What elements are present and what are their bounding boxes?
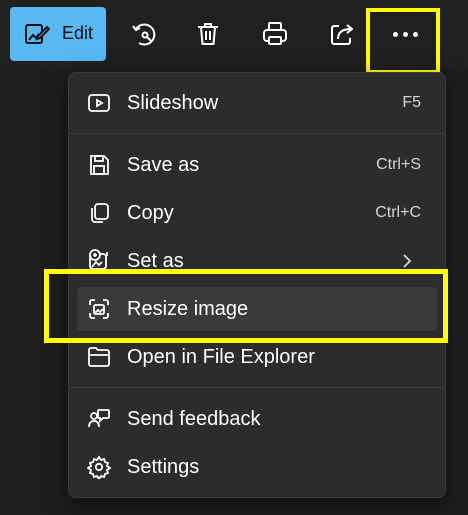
toolbar: Edit [0, 0, 468, 74]
menu-item-send-feedback[interactable]: Send feedback [77, 397, 437, 441]
chevron-right-icon [401, 252, 413, 270]
rotate-icon[interactable] [130, 20, 158, 48]
menu-item-label: Slideshow [127, 92, 219, 114]
print-icon[interactable] [261, 20, 289, 48]
menu-item-settings[interactable]: Settings [77, 445, 437, 489]
menu-item-shortcut: Ctrl+C [375, 204, 421, 221]
menu-separator [69, 133, 445, 134]
delete-icon[interactable] [194, 20, 222, 48]
menu-item-label: Open in File Explorer [127, 346, 315, 368]
menu-item-label: Send feedback [127, 408, 261, 430]
more-button-highlight [366, 8, 440, 74]
resize-image-highlight [44, 269, 448, 343]
menu-item-label: Settings [127, 456, 200, 478]
menu-item-copy[interactable]: Copy Ctrl+C [77, 191, 437, 235]
gear-icon [87, 455, 111, 479]
menu-item-label: Copy [127, 202, 174, 224]
edit-button[interactable]: Edit [10, 7, 106, 61]
menu-item-slideshow[interactable]: Slideshow F5 [77, 81, 437, 125]
menu-item-shortcut: F5 [402, 94, 421, 111]
menu-item-save-as[interactable]: Save as Ctrl+S [77, 143, 437, 187]
save-icon [87, 153, 111, 177]
feedback-icon [87, 407, 111, 431]
edit-button-label: Edit [62, 23, 94, 43]
more-icon[interactable] [391, 32, 421, 40]
slideshow-icon [87, 91, 111, 115]
copy-icon [87, 201, 111, 225]
folder-icon [87, 345, 111, 369]
menu-separator [69, 387, 445, 388]
menu-item-label: Save as [127, 154, 200, 176]
edit-image-icon [24, 21, 51, 47]
share-icon[interactable] [328, 20, 356, 48]
menu-item-shortcut: Ctrl+S [376, 156, 421, 173]
